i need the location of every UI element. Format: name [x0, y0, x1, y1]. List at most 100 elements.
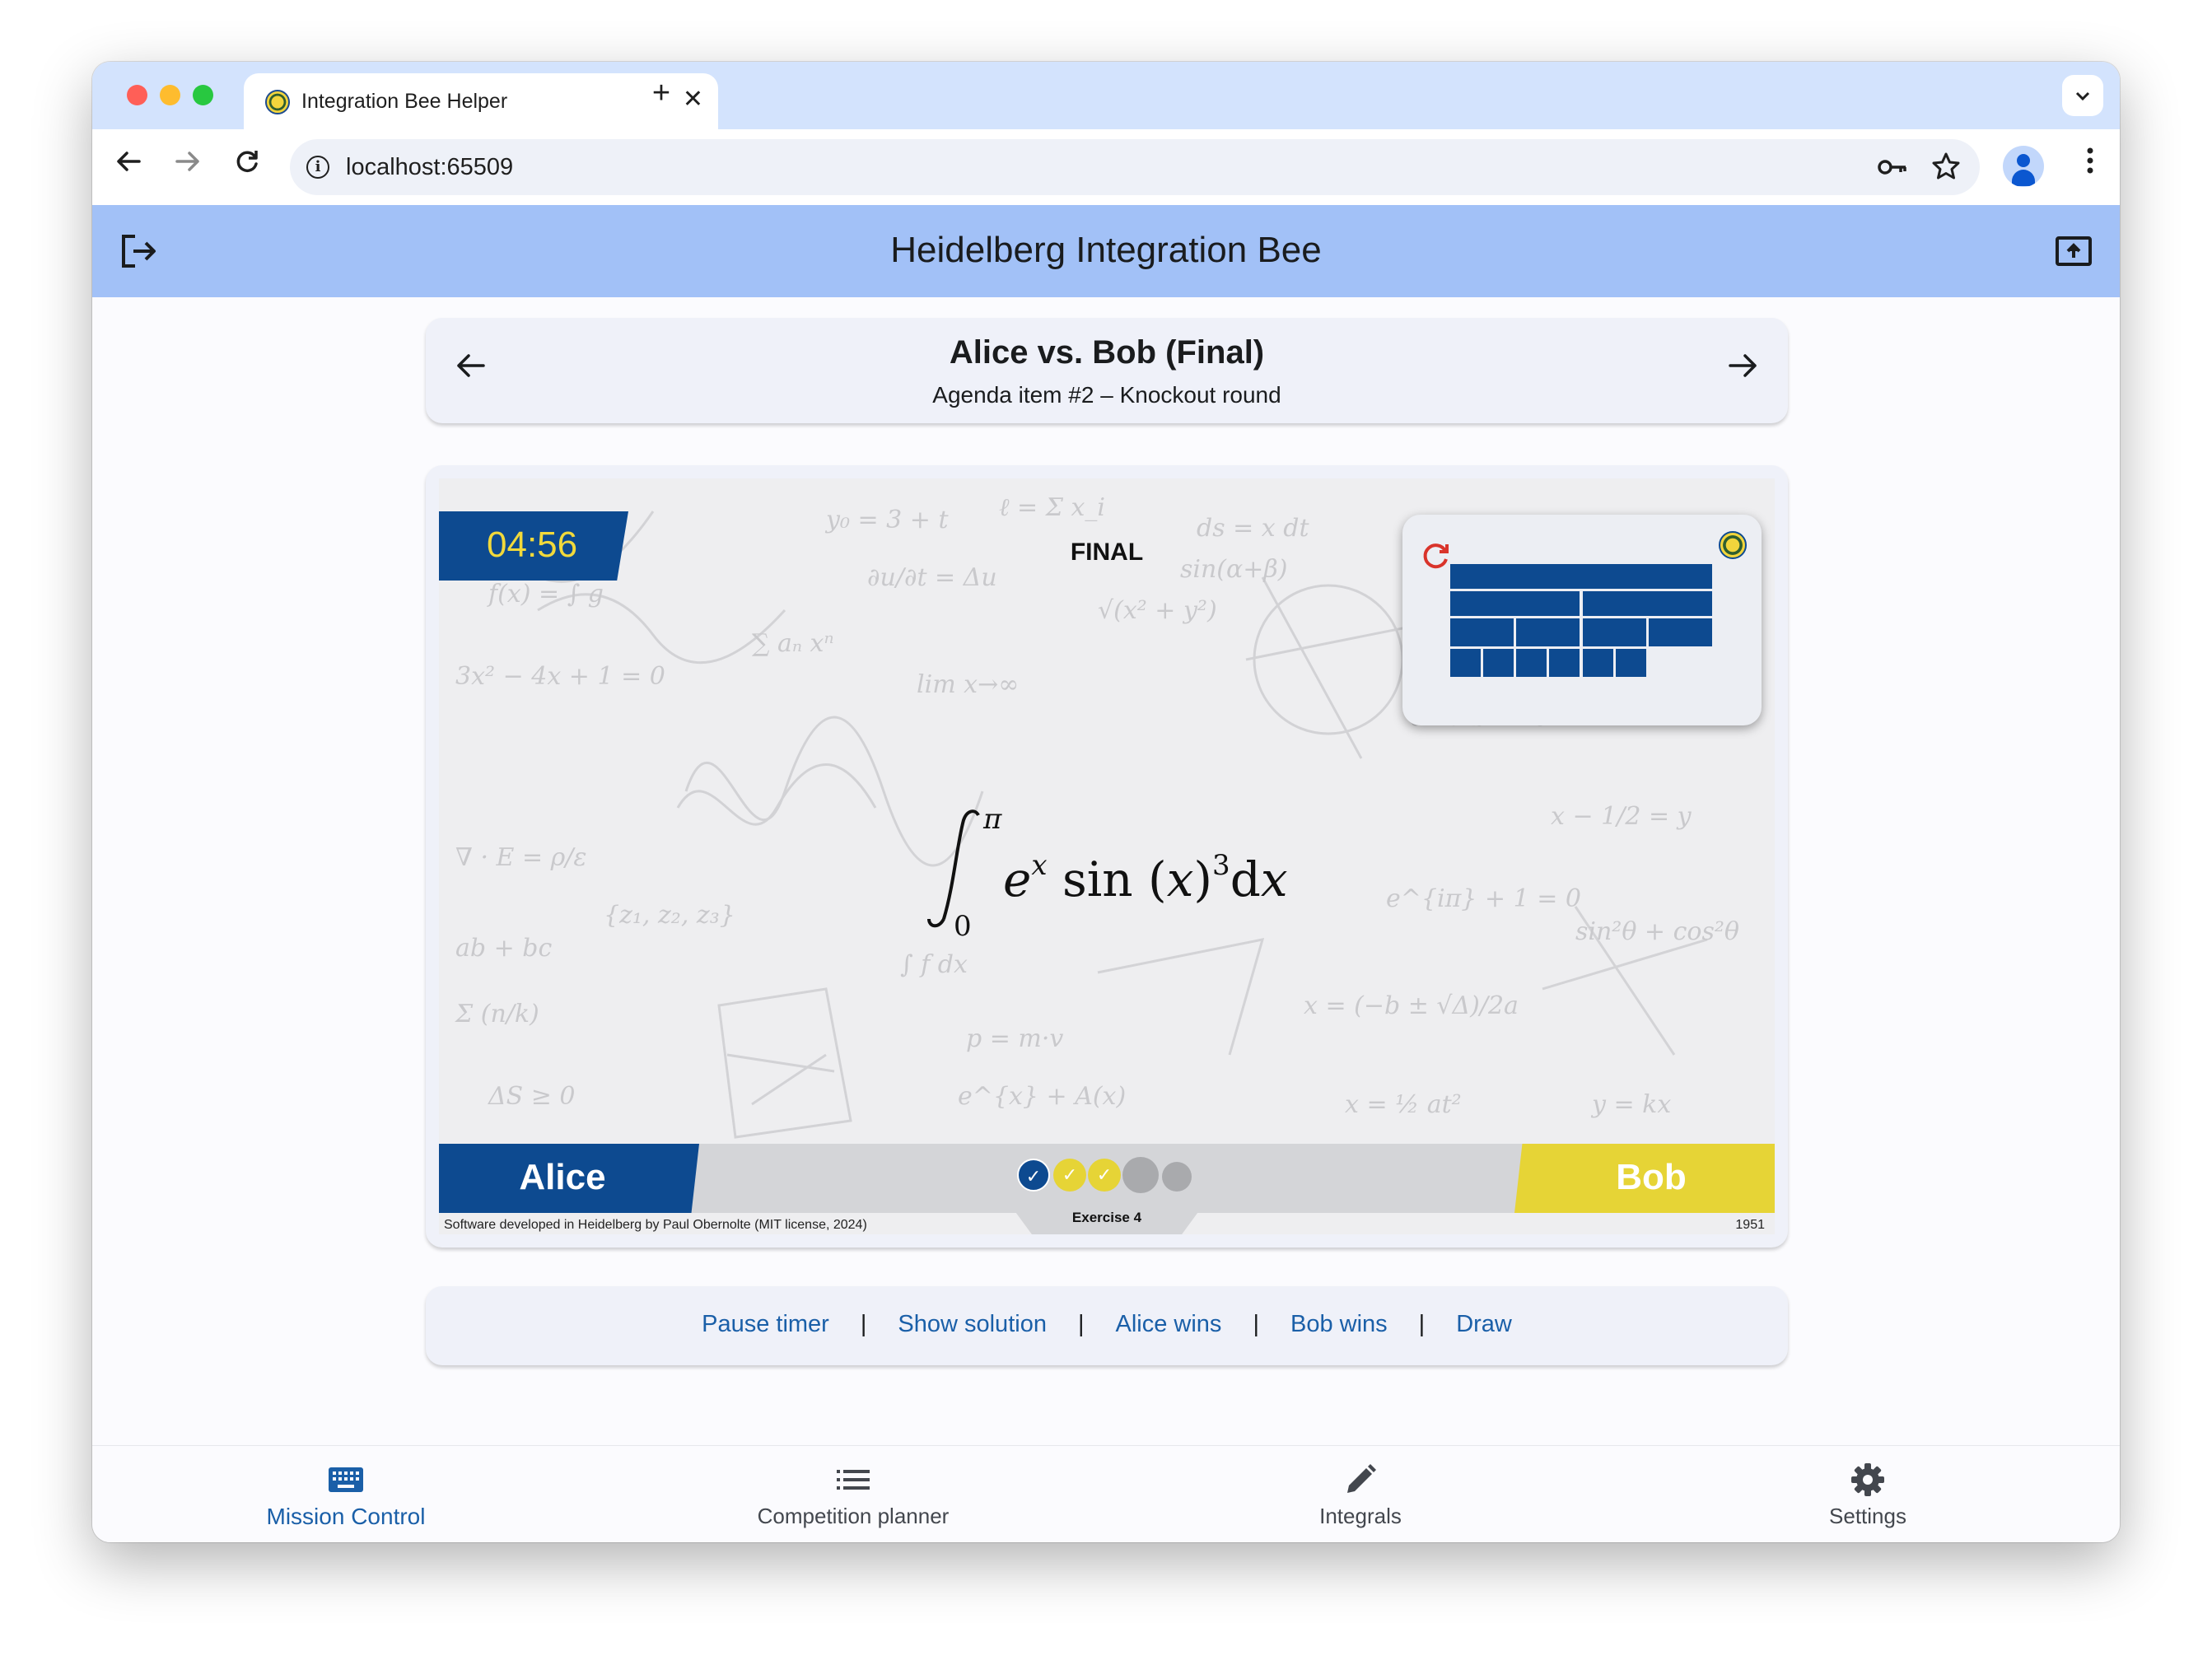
forward-arrow-icon — [175, 152, 199, 171]
minimize-window-button[interactable] — [160, 85, 180, 105]
integral-upper-limit: π — [982, 803, 1002, 836]
maximize-window-button[interactable] — [193, 85, 213, 105]
stage-board: y₀ = 3 + t ℓ = Σ x_i ds = x dt f(x) = ∫ … — [439, 478, 1775, 1234]
list-icon — [730, 1461, 977, 1499]
present-to-screen-icon[interactable] — [2054, 231, 2093, 271]
tab-title: Integration Bee Helper — [301, 90, 508, 113]
app-bar: Heidelberg Integration Bee — [92, 205, 2120, 297]
reload-icon — [236, 151, 258, 172]
progress-dot-4 — [1122, 1157, 1159, 1193]
favicon-icon — [265, 90, 290, 114]
close-window-button[interactable] — [127, 85, 147, 105]
progress-dot-5 — [1162, 1162, 1192, 1192]
nav-integrals[interactable]: Integrals — [1237, 1461, 1484, 1529]
chevron-down-icon — [2075, 91, 2090, 101]
svg-text:x = ½ at²: x = ½ at² — [1345, 1090, 1462, 1119]
svg-text:x = (−b ± √Δ)/2a: x = (−b ± √Δ)/2a — [1304, 991, 1519, 1020]
reload-button[interactable] — [224, 142, 270, 189]
draw-button[interactable]: Draw — [1456, 1311, 1512, 1338]
bracket-preview-thumbnail[interactable] — [1402, 515, 1762, 725]
svg-text:f(x) = ∫ g: f(x) = ∫ g — [487, 580, 604, 609]
profile-avatar-icon[interactable] — [2003, 146, 2044, 187]
match-title: Alice vs. Bob (Final) — [949, 334, 1265, 371]
nav-label: Integrals — [1319, 1504, 1402, 1528]
url-text: localhost:65509 — [346, 154, 514, 180]
actions-card: Pause timer | Show solution | Alice wins | Bob… — [426, 1286, 1788, 1365]
bracket-quarter-cell — [1450, 618, 1514, 646]
bob-wins-button[interactable]: Bob wins — [1290, 1311, 1388, 1338]
forward-button[interactable] — [165, 142, 211, 189]
svg-text:p = m·v: p = m·v — [966, 1024, 1063, 1053]
nav-settings[interactable]: Settings — [1744, 1461, 1991, 1529]
bracket-semi-cell — [1583, 591, 1712, 616]
site-info-icon[interactable]: i — [306, 156, 329, 179]
separator: | — [1077, 1311, 1085, 1337]
browser-toolbar: i localhost:65509 — [92, 129, 2120, 205]
next-item-button[interactable] — [1727, 349, 1760, 391]
svg-text:∂u/∂t = Δu: ∂u/∂t = Δu — [867, 563, 997, 592]
nav-label: Settings — [1829, 1504, 1906, 1528]
browser-menu-icon[interactable] — [2085, 144, 2095, 189]
show-solution-button[interactable]: Show solution — [898, 1311, 1047, 1338]
tab-search-button[interactable] — [2062, 75, 2103, 116]
player-left-panel: Alice — [439, 1144, 699, 1213]
separator: | — [1253, 1311, 1259, 1337]
address-bar[interactable]: i localhost:65509 — [290, 139, 1980, 195]
svg-text:ΔS ≥ 0: ΔS ≥ 0 — [488, 1082, 576, 1111]
browser-window: Integration Bee Helper ✕ + i localhost:6… — [92, 62, 2120, 1542]
svg-text:∇ · E = ρ/ε: ∇ · E = ρ/ε — [455, 843, 587, 872]
pencil-icon — [1237, 1461, 1484, 1499]
credits-text: Software developed in Heidelberg by Paul… — [444, 1218, 867, 1232]
refresh-sync-icon[interactable] — [1417, 538, 1454, 574]
nav-competition-planner[interactable]: Competition planner — [730, 1461, 977, 1529]
separator: | — [860, 1311, 867, 1337]
bracket-round-cell — [1616, 649, 1646, 677]
bracket-round-cell — [1583, 649, 1613, 677]
back-button[interactable] — [105, 142, 152, 189]
match-header-card: Alice vs. Bob (Final) Agenda item #2 – K… — [426, 318, 1788, 423]
player-bar: Alice Bob ✓ ✓ ✓ — [439, 1144, 1775, 1213]
bracket-round-cell — [1450, 649, 1481, 677]
svg-text:∑ aₙ xⁿ: ∑ aₙ xⁿ — [752, 629, 834, 658]
progress-dot-2: ✓ — [1053, 1159, 1086, 1192]
tab-close-icon[interactable]: ✕ — [683, 85, 703, 114]
integral-formula: π 0 ex sin (x)3dx — [927, 803, 1288, 943]
keyboard-icon — [222, 1461, 469, 1499]
action-links: Pause timer | Show solution | Alice wins | Bob… — [426, 1311, 1788, 1338]
svg-text:Σ (n/k): Σ (n/k) — [455, 1000, 539, 1028]
exercise-tab: Exercise 4 — [1011, 1206, 1202, 1234]
svg-text:ℓ = Σ x_i: ℓ = Σ x_i — [999, 493, 1105, 522]
svg-text:√(x² + y²): √(x² + y²) — [1098, 596, 1217, 625]
bracket-semi-cell — [1450, 591, 1580, 616]
bookmark-star-icon[interactable] — [1930, 151, 1962, 189]
svg-text:∫ f dx: ∫ f dx — [900, 950, 968, 979]
pause-timer-button[interactable]: Pause timer — [702, 1311, 829, 1338]
svg-text:ab + bc: ab + bc — [455, 934, 553, 963]
bracket-round-cell — [1516, 649, 1547, 677]
svg-text:x − 1/2 = y: x − 1/2 = y — [1551, 802, 1692, 831]
svg-text:y₀ = 3 + t: y₀ = 3 + t — [824, 506, 949, 534]
svg-text:ex sin (x)3dx: ex sin (x)3dx — [1003, 849, 1288, 907]
logo-icon — [1719, 531, 1747, 559]
svg-text:e^{iπ} + 1 = 0: e^{iπ} + 1 = 0 — [1386, 884, 1581, 913]
progress-dot-1: ✓ — [1017, 1159, 1050, 1192]
nav-mission-control[interactable]: Mission Control — [222, 1461, 469, 1530]
bracket-quarter-cell — [1583, 618, 1646, 646]
svg-text:{z₁, z₂, z₃}: {z₁, z₂, z₃} — [604, 901, 735, 930]
bracket-round-cell — [1483, 649, 1514, 677]
nav-label: Competition planner — [757, 1504, 950, 1528]
alice-wins-button[interactable]: Alice wins — [1116, 1311, 1222, 1338]
bracket-quarter-cell — [1649, 618, 1712, 646]
footer-number: 1951 — [1735, 1218, 1765, 1232]
new-tab-button[interactable]: + — [641, 76, 682, 111]
svg-text:e^{x} + A(x): e^{x} + A(x) — [958, 1082, 1126, 1111]
nav-label: Mission Control — [266, 1504, 426, 1529]
svg-text:3x² − 4x + 1 = 0: 3x² − 4x + 1 = 0 — [455, 662, 665, 691]
progress-dot-3: ✓ — [1088, 1159, 1121, 1192]
separator: | — [1418, 1311, 1426, 1337]
gear-icon — [1744, 1461, 1991, 1499]
tab-strip: Integration Bee Helper ✕ + — [92, 62, 2120, 129]
arrow-right-icon — [1729, 354, 1757, 377]
agenda-subtitle: Agenda item #2 – Knockout round — [932, 382, 1281, 408]
password-key-icon[interactable] — [1876, 151, 1909, 190]
